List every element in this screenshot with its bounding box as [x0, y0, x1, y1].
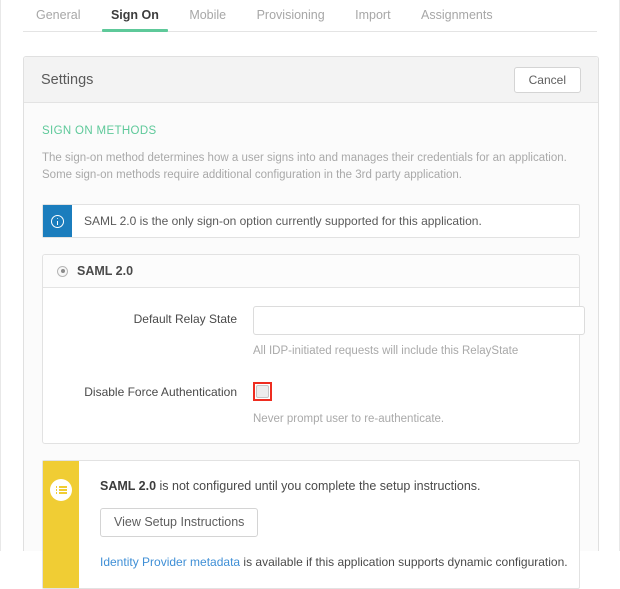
section-title-sign-on-methods: SIGN ON METHODS [42, 125, 580, 137]
saml-radio-button[interactable] [57, 266, 68, 277]
app-page: General Sign On Mobile Provisioning Impo… [0, 0, 620, 551]
info-banner-message: SAML 2.0 is the only sign-on option curr… [72, 205, 494, 237]
saml-method-body: Default Relay State All IDP-initiated re… [43, 288, 579, 443]
form-row-default-relay-state: Default Relay State All IDP-initiated re… [43, 302, 579, 359]
page-title: Settings [41, 72, 93, 88]
saml-method-header[interactable]: SAML 2.0 [43, 255, 579, 288]
tab-import[interactable]: Import [342, 0, 403, 32]
setup-warning-body: SAML 2.0 is not configured until you com… [79, 461, 579, 588]
list-document-icon-lines [56, 486, 67, 494]
label-disable-force-authentication: Disable Force Authentication [57, 379, 253, 400]
checkbox-highlight-box [253, 382, 272, 401]
setup-warning-message-rest: is not configured until you complete the… [156, 479, 481, 493]
setup-warning-icon-cell [43, 461, 79, 588]
control-default-relay-state: All IDP-initiated requests will include … [253, 306, 565, 359]
tab-sign-on[interactable]: Sign On [98, 0, 172, 32]
setup-warning-footer: Identity Provider metadata is available … [100, 554, 579, 570]
info-banner: SAML 2.0 is the only sign-on option curr… [42, 204, 580, 238]
form-row-disable-force-authentication: Disable Force Authentication Never promp… [43, 359, 579, 427]
identity-provider-metadata-link[interactable]: Identity Provider metadata [100, 555, 240, 569]
list-document-icon [50, 479, 72, 501]
info-circle-icon [51, 215, 64, 228]
settings-panel-body: SIGN ON METHODS The sign-on method deter… [24, 103, 598, 589]
default-relay-state-input[interactable] [253, 306, 585, 335]
settings-panel: Settings Cancel SIGN ON METHODS The sign… [23, 56, 599, 551]
control-disable-force-authentication: Never prompt user to re-authenticate. [253, 379, 565, 427]
settings-panel-header: Settings Cancel [24, 57, 598, 103]
label-default-relay-state: Default Relay State [57, 306, 253, 327]
setup-warning-message-bold: SAML 2.0 [100, 479, 156, 493]
hint-disable-force-authentication: Never prompt user to re-authenticate. [253, 412, 565, 427]
info-banner-icon-cell [43, 205, 72, 237]
disable-force-authentication-checkbox[interactable] [256, 385, 269, 398]
saml-radio-label: SAML 2.0 [77, 264, 133, 278]
cancel-button[interactable]: Cancel [514, 67, 581, 93]
setup-warning-footer-rest: is available if this application support… [240, 555, 568, 569]
setup-warning-message: SAML 2.0 is not configured until you com… [100, 478, 579, 494]
tab-mobile[interactable]: Mobile [176, 0, 239, 32]
setup-warning-panel: SAML 2.0 is not configured until you com… [42, 460, 580, 589]
tab-assignments[interactable]: Assignments [408, 0, 506, 32]
hint-default-relay-state: All IDP-initiated requests will include … [253, 344, 565, 359]
tab-general[interactable]: General [23, 0, 93, 32]
view-setup-instructions-button[interactable]: View Setup Instructions [100, 508, 258, 537]
tab-provisioning[interactable]: Provisioning [244, 0, 338, 32]
section-description: The sign-on method determines how a user… [42, 150, 580, 184]
app-tab-bar: General Sign On Mobile Provisioning Impo… [1, 0, 619, 32]
saml-method-panel: SAML 2.0 Default Relay State All IDP-ini… [42, 254, 580, 444]
